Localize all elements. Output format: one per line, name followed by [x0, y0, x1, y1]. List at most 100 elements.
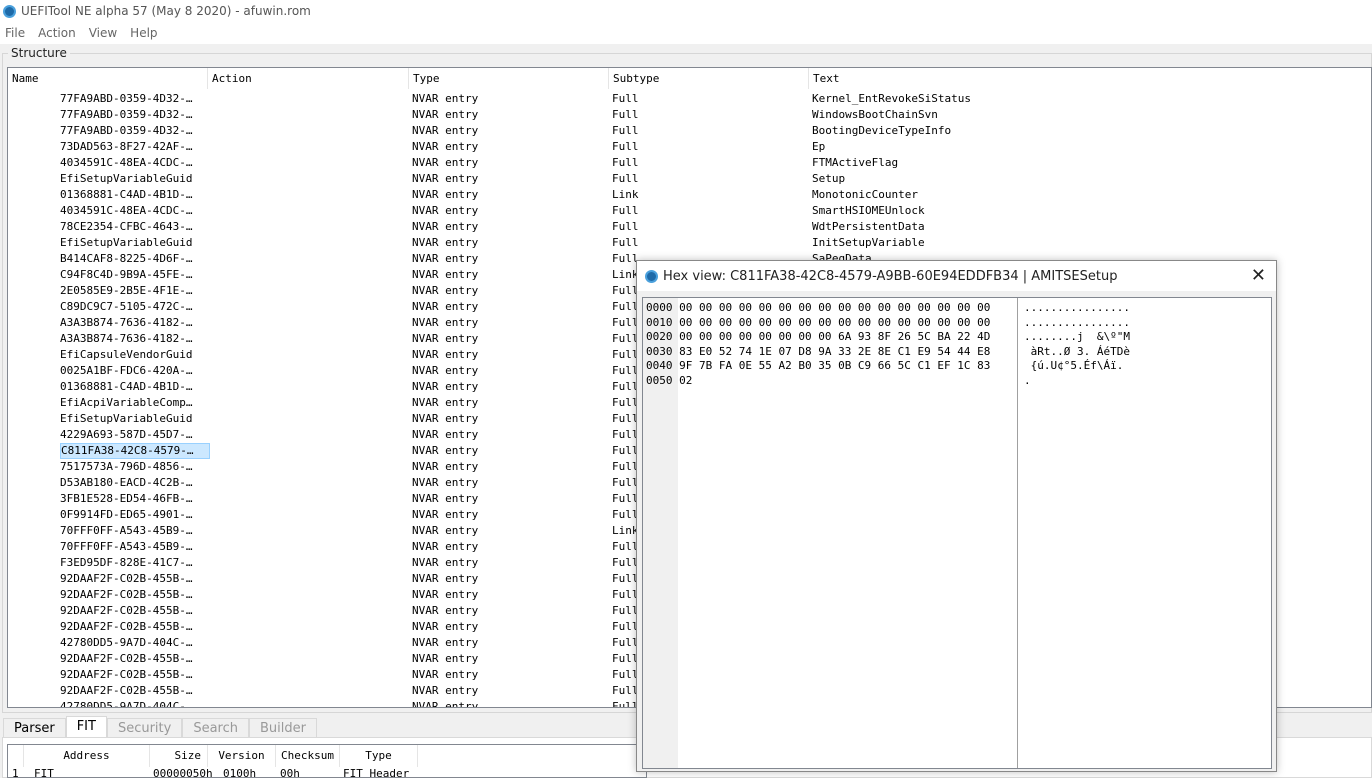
- cell-name: D53AB180-EACD-4C2B-…: [60, 476, 193, 489]
- cell-name: C811FA38-42C8-4579-…: [60, 443, 210, 459]
- fit-header-index: [8, 745, 24, 767]
- tab-security[interactable]: Security: [106, 718, 183, 738]
- fit-header-size[interactable]: Size: [150, 745, 208, 767]
- cell-subtype: Full: [612, 108, 639, 121]
- cell-text: Setup: [812, 172, 846, 185]
- cell-subtype: Full: [612, 220, 639, 233]
- column-header-text[interactable]: Text: [809, 68, 1371, 89]
- cell-subtype: Full: [612, 92, 639, 105]
- tab-search[interactable]: Search: [182, 718, 250, 738]
- column-header-name[interactable]: Name: [8, 68, 208, 89]
- cell-type: NVAR entry: [412, 428, 479, 441]
- cell-type: NVAR entry: [412, 700, 479, 708]
- cell-type: NVAR entry: [412, 300, 479, 313]
- cell-type: NVAR entry: [412, 652, 479, 665]
- fit-table[interactable]: Address Size Version Checksum Type 1 FIT…: [7, 744, 647, 778]
- cell-type: NVAR entry: [412, 524, 479, 537]
- hex-offset: 0020: [646, 330, 673, 343]
- hex-ascii-divider: [1017, 298, 1018, 768]
- fit-cell-index: 1: [12, 767, 19, 778]
- tree-row[interactable]: EfiSetupVariableGuid NVAR entry Full InitSe…: [8, 235, 1371, 251]
- fit-cell-size: 00000050h: [153, 767, 213, 778]
- hex-line: 0020 00 00 00 00 00 00 00 00 6A 93 8F 26…: [646, 330, 990, 345]
- tree-row[interactable]: 78CE2354-CFBC-4643-… NVAR entry Full WdtPer…: [8, 219, 1371, 235]
- cell-subtype: Full: [612, 172, 639, 185]
- fit-cell-type: FIT Header: [343, 767, 410, 778]
- cell-type: NVAR entry: [412, 620, 479, 633]
- tree-row[interactable]: 4034591C-48EA-4CDC-… NVAR entry Full FTMAct…: [8, 155, 1371, 171]
- ascii-line: ........j &\º"M: [1024, 330, 1130, 343]
- cell-text: InitSetupVariable: [812, 236, 925, 249]
- hex-bytes: 00 00 00 00 00 00 00 00 00 00 00 00 00 0…: [679, 301, 991, 314]
- tree-row[interactable]: 01368881-C4AD-4B1D-… NVAR entry Link Monoto…: [8, 187, 1371, 203]
- hex-line: 0040 9F 7B FA 0E 55 A2 B0 35 0B C9 66 5C…: [646, 359, 990, 374]
- cell-type: NVAR entry: [412, 332, 479, 345]
- menu-help[interactable]: Help: [125, 26, 165, 40]
- cell-name: EfiCapsuleVendorGuid: [60, 348, 193, 361]
- close-icon[interactable]: ✕: [1251, 265, 1266, 286]
- cell-type: NVAR entry: [412, 476, 479, 489]
- column-header-subtype[interactable]: Subtype: [609, 68, 809, 89]
- ascii-line: ................: [1024, 301, 1130, 314]
- cell-name: EfiSetupVariableGuid: [60, 236, 193, 249]
- cell-name: F3ED95DF-828E-41C7-…: [60, 556, 193, 569]
- cell-name: 7517573A-796D-4856-…: [60, 460, 193, 473]
- cell-name: 4034591C-48EA-4CDC-…: [60, 204, 193, 217]
- cell-name: 2E0585E9-2B5E-4F1E-…: [60, 284, 193, 297]
- fit-header-type[interactable]: Type: [340, 745, 418, 767]
- hex-line: 0050 02: [646, 374, 692, 389]
- cell-type: NVAR entry: [412, 348, 479, 361]
- structure-label: Structure: [8, 46, 70, 60]
- tab-builder[interactable]: Builder: [249, 718, 317, 738]
- hex-offset: 0030: [646, 344, 673, 358]
- tree-row[interactable]: 77FA9ABD-0359-4D32-… NVAR entry Full Kernel…: [8, 91, 1371, 107]
- cell-name: 77FA9ABD-0359-4D32-…: [60, 108, 193, 121]
- fit-header-version[interactable]: Version: [208, 745, 276, 767]
- cell-type: NVAR entry: [412, 412, 479, 425]
- hex-offset: 0050: [646, 373, 673, 387]
- cell-name: C89DC9C7-5105-472C-…: [60, 300, 193, 313]
- cell-type: NVAR entry: [412, 396, 479, 409]
- tree-row[interactable]: 77FA9ABD-0359-4D32-… NVAR entry Full Bootin…: [8, 123, 1371, 139]
- cell-text: MonotonicCounter: [812, 188, 918, 201]
- cell-name: 92DAAF2F-C02B-455B-…: [60, 620, 193, 633]
- cell-subtype: Full: [612, 156, 639, 169]
- cell-name: 92DAAF2F-C02B-455B-…: [60, 668, 193, 681]
- cell-type: NVAR entry: [412, 492, 479, 505]
- cell-type: NVAR entry: [412, 572, 479, 585]
- hex-dialog-titlebar[interactable]: Hex view: C811FA38-42C8-4579-A9BB-60E94E…: [637, 261, 1276, 291]
- menu-action[interactable]: Action: [33, 26, 84, 40]
- tab-parser[interactable]: Parser: [3, 718, 66, 738]
- cell-name: 77FA9ABD-0359-4D32-…: [60, 92, 193, 105]
- cell-text: Kernel_EntRevokeSiStatus: [812, 92, 971, 105]
- hex-editor[interactable]: 0000 00 00 00 00 00 00 00 00 00 00 00 00…: [642, 297, 1272, 769]
- cell-type: NVAR entry: [412, 588, 479, 601]
- cell-name: 42780DD5-9A7D-404C-…: [60, 636, 193, 649]
- cell-type: NVAR entry: [412, 252, 479, 265]
- menu-view[interactable]: View: [84, 26, 125, 40]
- hex-line: 0010 00 00 00 00 00 00 00 00 00 00 00 00…: [646, 316, 990, 331]
- cell-type: NVAR entry: [412, 108, 479, 121]
- hex-line: 0000 00 00 00 00 00 00 00 00 00 00 00 00…: [646, 301, 990, 316]
- column-header-type[interactable]: Type: [409, 68, 609, 89]
- app-gear-icon: [645, 269, 658, 283]
- fit-header-address[interactable]: Address: [24, 745, 150, 767]
- tree-row[interactable]: 4034591C-48EA-4CDC-… NVAR entry Full SmartH…: [8, 203, 1371, 219]
- cell-text: WindowsBootChainSvn: [812, 108, 938, 121]
- cell-type: NVAR entry: [412, 220, 479, 233]
- fit-header-checksum[interactable]: Checksum: [276, 745, 340, 767]
- cell-name: EfiSetupVariableGuid: [60, 172, 193, 185]
- tree-row[interactable]: 77FA9ABD-0359-4D32-… NVAR entry Full Window…: [8, 107, 1371, 123]
- cell-type: NVAR entry: [412, 444, 479, 457]
- cell-name: 92DAAF2F-C02B-455B-…: [60, 652, 193, 665]
- cell-type: NVAR entry: [412, 92, 479, 105]
- cell-text: SmartHSIOMEUnlock: [812, 204, 925, 217]
- tree-row[interactable]: EfiSetupVariableGuid NVAR entry Full Setup: [8, 171, 1371, 187]
- tab-fit[interactable]: FIT: [65, 716, 107, 737]
- tree-row[interactable]: 73DAD563-8F27-42AF-… NVAR entry Full Ep: [8, 139, 1371, 155]
- cell-name: 0F9914FD-ED65-4901-…: [60, 508, 193, 521]
- column-header-action[interactable]: Action: [208, 68, 409, 89]
- cell-type: NVAR entry: [412, 508, 479, 521]
- menu-file[interactable]: File: [0, 26, 33, 40]
- hex-bytes: 9F 7B FA 0E 55 A2 B0 35 0B C9 66 5C C1 E…: [679, 359, 991, 372]
